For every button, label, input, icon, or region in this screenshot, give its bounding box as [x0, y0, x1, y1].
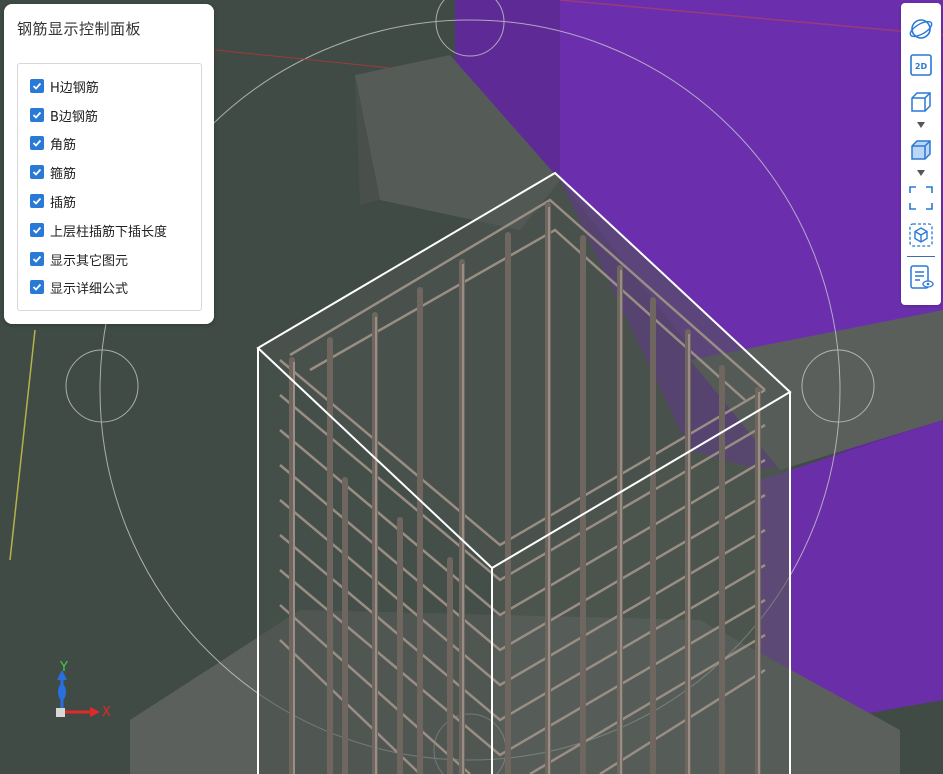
caret-down-icon [917, 170, 925, 176]
y-axis-label: Y [60, 660, 68, 675]
option-label: H边钢筋 [50, 80, 99, 96]
option-b-rebar[interactable]: B边钢筋 [30, 105, 98, 125]
checkbox-checked-icon[interactable] [30, 194, 44, 208]
panel-title: 钢筋显示控制面板 [17, 20, 142, 38]
option-label: 箍筋 [50, 166, 77, 182]
axis-gizmo: Y X [48, 660, 118, 724]
view-2d-icon: 2D [910, 54, 932, 76]
option-corner-rebar[interactable]: 角筋 [30, 133, 76, 153]
solid-dropdown[interactable] [916, 169, 926, 177]
fit-extent-icon [909, 186, 933, 210]
orbit-icon [909, 19, 933, 39]
option-stirrup[interactable]: 箍筋 [30, 162, 76, 182]
isolate-icon [909, 223, 933, 247]
checkbox-checked-icon[interactable] [30, 252, 44, 266]
caret-down-icon [917, 122, 925, 128]
checkbox-checked-icon[interactable] [30, 280, 44, 294]
option-label: 角筋 [50, 137, 77, 153]
option-label: B边钢筋 [50, 109, 98, 125]
checkbox-checked-icon[interactable] [30, 136, 44, 150]
view-toolbar: 2D [901, 3, 941, 305]
wireframe-view-button[interactable] [907, 88, 935, 116]
solid-view-button[interactable] [907, 136, 935, 164]
option-label: 显示其它图元 [50, 253, 129, 269]
solid-cube-icon [911, 140, 931, 160]
option-h-rebar[interactable]: H边钢筋 [30, 76, 99, 96]
view-2d-button[interactable]: 2D [907, 51, 935, 79]
checkbox-checked-icon[interactable] [30, 108, 44, 122]
options-box [17, 63, 202, 311]
checkbox-checked-icon[interactable] [30, 165, 44, 179]
option-show-formula[interactable]: 显示详细公式 [30, 277, 128, 297]
view-2d-label: 2D [915, 62, 928, 71]
checkbox-checked-icon[interactable] [30, 79, 44, 93]
rebar-display-panel: 钢筋显示控制面板 H边钢筋 B边钢筋 角筋 箍筋 插筋 上层柱插筋下插长度 显示… [4, 4, 214, 324]
formula-view-button[interactable] [907, 263, 935, 291]
formula-view-icon [910, 265, 934, 289]
wireframe-dropdown[interactable] [916, 121, 926, 129]
wireframe-cube-icon [911, 92, 931, 112]
option-dowel[interactable]: 插筋 [30, 191, 76, 211]
option-label: 显示详细公式 [50, 281, 129, 297]
orbit-button[interactable] [907, 15, 935, 43]
toolbar-divider [907, 256, 935, 257]
option-dowel-length[interactable]: 上层柱插筋下插长度 [30, 220, 167, 240]
isolate-view-button[interactable] [907, 221, 935, 249]
x-axis-label: X [102, 705, 111, 720]
checkbox-checked-icon[interactable] [30, 223, 44, 237]
option-show-other-elements[interactable]: 显示其它图元 [30, 249, 128, 269]
option-label: 插筋 [50, 195, 77, 211]
option-label: 上层柱插筋下插长度 [50, 224, 168, 240]
fit-extent-button[interactable] [907, 184, 935, 212]
